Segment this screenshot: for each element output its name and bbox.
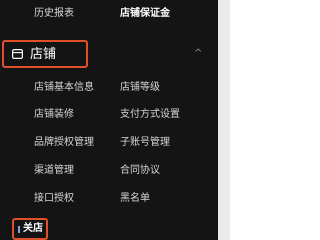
sidebar-item-store-decoration[interactable]: 店铺装修 — [34, 109, 74, 121]
active-marker — [18, 226, 20, 233]
close-store-label: 关店 — [23, 223, 43, 234]
content-divider — [218, 0, 230, 240]
sidebar-item-store-level[interactable]: 店铺等级 — [120, 82, 160, 94]
sidebar-item-close-store[interactable]: 关店 — [12, 218, 48, 240]
store-icon — [12, 49, 23, 59]
sidebar-section-title: 店铺 — [30, 47, 57, 62]
sidebar-item-contract-agreement[interactable]: 合同协议 — [120, 165, 160, 177]
sidebar-item-api-authorization[interactable]: 接口授权 — [34, 193, 74, 205]
sidebar-item-payment-settings[interactable]: 支付方式设置 — [120, 109, 180, 121]
sidebar-item-store-deposit[interactable]: 店铺保证金 — [120, 8, 170, 20]
sidebar-section-store[interactable]: 店铺 — [2, 40, 88, 68]
sidebar-item-blacklist[interactable]: 黑名单 — [120, 193, 150, 205]
chevron-up-icon[interactable]: ^ — [194, 48, 202, 60]
sidebar: 历史报表 店铺保证金 店铺 ^ 店铺基本信息 店铺等级 店铺装修 支付方式设置 … — [0, 0, 218, 240]
sidebar-item-channel-management[interactable]: 渠道管理 — [34, 165, 74, 177]
sidebar-item-brand-authorization[interactable]: 品牌授权管理 — [34, 137, 94, 149]
sidebar-item-history-report[interactable]: 历史报表 — [34, 8, 74, 20]
main-content-area — [230, 0, 320, 240]
sidebar-item-sub-account-management[interactable]: 子账号管理 — [120, 137, 170, 149]
sidebar-item-store-basic-info[interactable]: 店铺基本信息 — [34, 82, 94, 94]
